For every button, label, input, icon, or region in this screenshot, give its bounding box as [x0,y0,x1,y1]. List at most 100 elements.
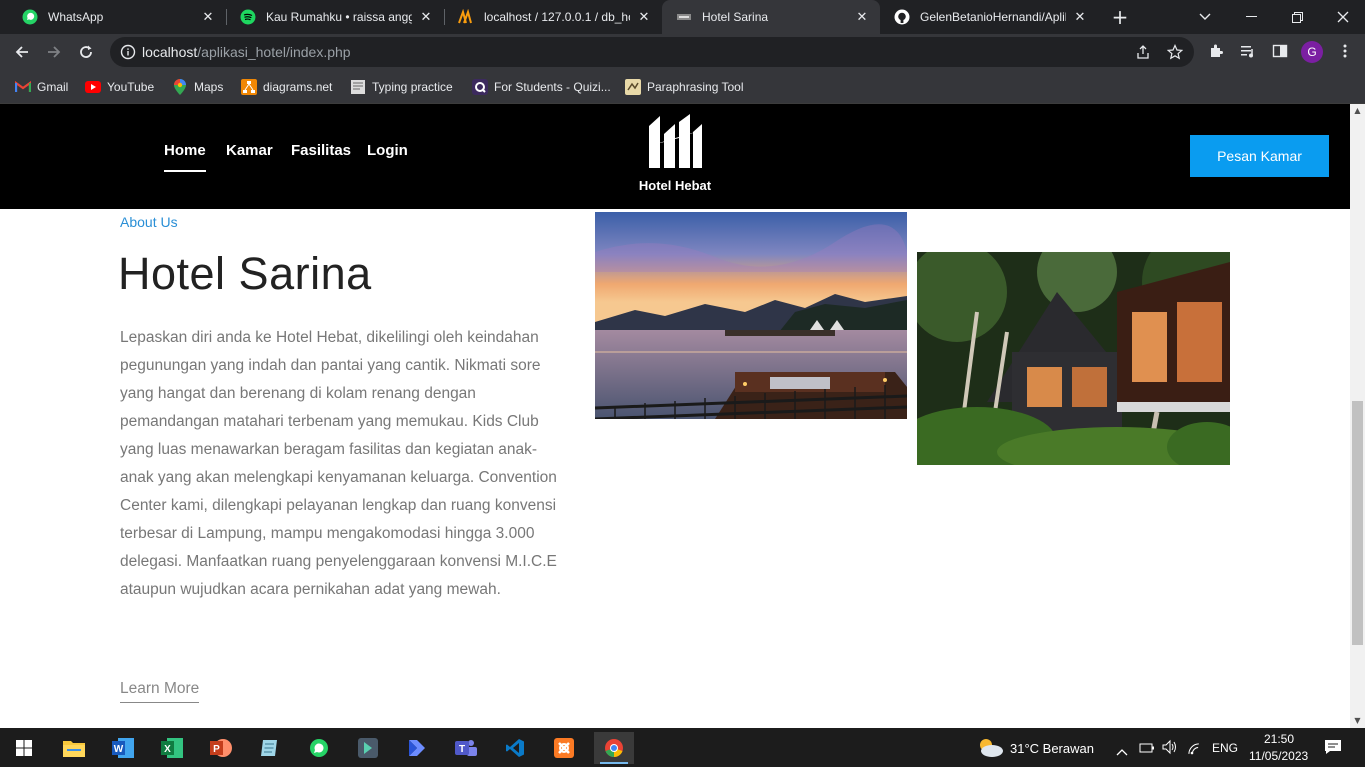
nav-kamar[interactable]: Kamar [226,142,273,159]
menu-icon[interactable] [1337,43,1353,63]
bookmarks-bar: Gmail YouTube Maps diagrams.net Typing p… [0,70,1365,104]
bookmark-label: diagrams.net [263,80,333,94]
svg-text:X: X [164,744,171,755]
extensions-icon[interactable] [1208,43,1224,63]
address-bar[interactable]: localhost/aplikasi_hotel/index.php [110,37,1194,67]
scroll-thumb[interactable] [1352,401,1363,645]
volume-icon[interactable] [1162,739,1178,759]
nav-login[interactable]: Login [367,142,408,159]
close-icon[interactable]: ✕ [1072,9,1088,25]
site-logo[interactable]: Hotel Hebat [630,112,720,193]
youtube-icon [85,79,101,95]
reload-icon[interactable] [73,39,99,65]
notifications-icon[interactable] [1324,739,1342,759]
nav-home[interactable]: Home [164,142,206,172]
weather-icon[interactable] [976,737,1004,761]
bookmark-typing[interactable]: Typing practice [350,77,453,97]
chrome-icon[interactable] [594,732,634,764]
about-description: Lepaskan diri anda ke Hotel Hebat, dikel… [120,329,557,598]
back-icon[interactable] [9,39,35,65]
bookmark-maps[interactable]: Maps [172,77,223,97]
logo-text: Hotel Hebat [638,178,712,193]
spotify-icon [240,9,256,25]
bookmark-quizizz[interactable]: For Students - Quizi... [472,77,611,97]
svg-text:P: P [213,744,220,755]
minimize-icon[interactable] [1228,0,1274,34]
clock-time[interactable]: 21:50 [1264,732,1294,746]
typing-icon [350,79,366,95]
media-control-icon[interactable] [1240,43,1256,63]
bookmark-label: Maps [194,80,224,94]
section-title: Hotel Sarina [118,248,372,299]
close-icon[interactable]: ✕ [418,9,434,25]
site-info-icon[interactable] [120,44,136,64]
language-indicator[interactable]: ENG [1212,741,1238,755]
nav-fasilitas[interactable]: Fasilitas [291,142,351,159]
new-tab-button[interactable]: + [1108,5,1132,29]
bookmark-youtube[interactable]: YouTube [85,77,154,97]
tab-whatsapp[interactable]: WhatsApp ✕ [8,0,226,34]
bookmark-diagrams[interactable]: diagrams.net [241,77,332,97]
clock-date[interactable]: 11/05/2023 [1249,749,1308,763]
power-automate-icon[interactable] [397,732,437,764]
tab-search-icon[interactable] [1182,0,1228,34]
tab-github[interactable]: GelenBetanioHernandi/Aplikasi ✕ [880,0,1098,34]
forest-villa-photo [917,252,1230,465]
svg-text:W: W [114,744,124,755]
maps-icon [172,79,188,95]
teams-icon[interactable]: T [446,732,486,764]
side-panel-icon[interactable] [1272,43,1288,63]
battery-icon[interactable] [1139,740,1155,759]
sunset-resort-photo [595,212,907,419]
restore-icon[interactable] [1274,0,1320,34]
bookmark-label: For Students - Quizi... [494,80,611,94]
bookmark-label: YouTube [107,80,155,94]
learn-more-link[interactable]: Learn More [120,680,200,703]
close-icon[interactable]: ✕ [200,9,216,25]
section-label: About Us [120,214,178,230]
file-explorer-icon[interactable] [54,732,94,764]
forward-icon[interactable] [41,39,67,65]
notepad-icon[interactable] [250,732,290,764]
book-room-button[interactable]: Pesan Kamar [1190,135,1329,177]
tab-phpmyadmin[interactable]: localhost / 127.0.0.1 / db_hotel ✕ [444,0,662,34]
wifi-icon[interactable] [1188,739,1204,759]
whatsapp-icon [22,9,38,25]
paraphrase-icon [625,79,641,95]
close-icon[interactable]: ✕ [636,9,652,25]
bookmark-star-icon[interactable] [1166,44,1184,64]
page-scrollbar[interactable]: ▲ ▼ [1350,104,1365,728]
page-viewport: Home Kamar Fasilitas Login Hotel Hebat P… [0,104,1350,728]
powerpoint-icon[interactable]: P [201,732,241,764]
tab-spotify[interactable]: Kau Rumahku • raissa anggiani ✕ [226,0,444,34]
share-icon[interactable] [1135,44,1151,64]
excel-icon[interactable]: X [152,732,192,764]
quizizz-icon [472,79,488,95]
tray-chevron-icon[interactable] [1116,741,1128,760]
xampp-icon[interactable] [544,732,584,764]
bookmark-paraphrase[interactable]: Paraphrasing Tool [625,77,744,97]
bookmark-gmail[interactable]: Gmail [15,77,68,97]
tab-title: WhatsApp [48,10,104,24]
scroll-down-icon[interactable]: ▼ [1353,716,1362,725]
phpmyadmin-icon [458,9,474,25]
word-icon[interactable]: W [103,732,143,764]
scroll-up-icon[interactable]: ▲ [1353,106,1362,115]
diagrams-icon [241,79,257,95]
weather-text[interactable]: 31°C Berawan [1010,741,1094,756]
browser-tab-strip: WhatsApp ✕ Kau Rumahku • raissa anggiani… [0,0,1365,34]
whatsapp-icon[interactable] [299,732,339,764]
close-window-icon[interactable] [1320,0,1365,34]
tab-title: Kau Rumahku • raissa anggiani [266,10,412,24]
close-icon[interactable]: ✕ [854,9,870,25]
browser-toolbar: localhost/aplikasi_hotel/index.php G [0,34,1365,70]
github-icon [894,9,910,25]
bookmark-label: Gmail [37,80,69,94]
profile-avatar[interactable]: G [1301,41,1323,63]
vscode-icon[interactable] [495,732,535,764]
tab-hotel-sarina[interactable]: Hotel Sarina ✕ [662,0,880,34]
start-icon[interactable] [4,732,44,764]
bookmark-label: Paraphrasing Tool [647,80,744,94]
windows-taskbar: W X P T 31°C Berawan ENG 21:50 11/05/202… [0,728,1365,767]
app-icon[interactable] [348,732,388,764]
